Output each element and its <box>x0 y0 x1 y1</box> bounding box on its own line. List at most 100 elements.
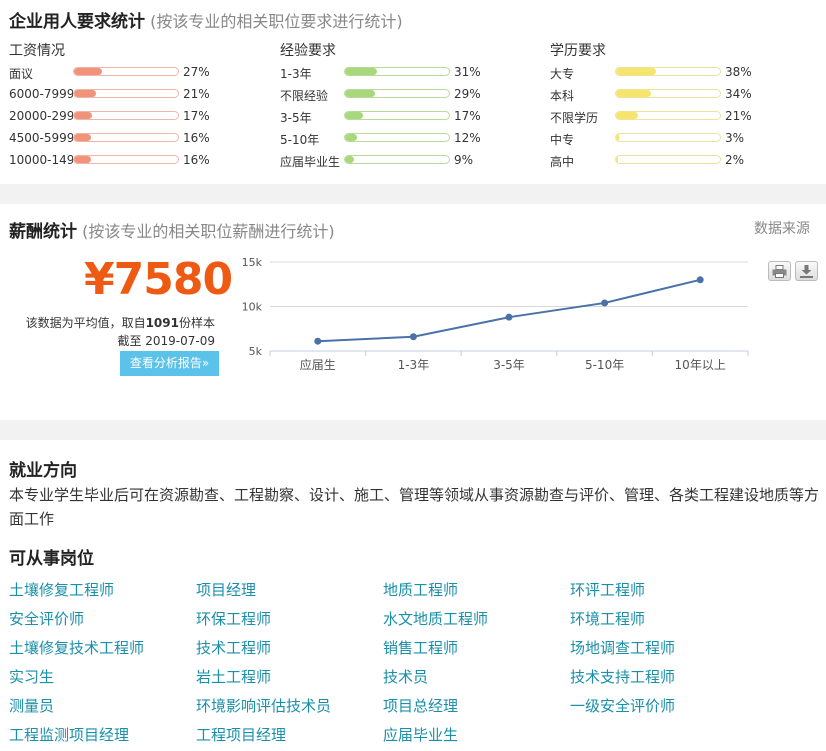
requirement-bar <box>73 133 179 142</box>
requirement-label: 5-10年 <box>280 133 320 147</box>
requirement-percent: 21% <box>183 87 210 101</box>
requirement-bar-fill <box>616 156 619 163</box>
requirement-row: 不限经验 29% <box>280 84 540 106</box>
print-icon[interactable] <box>768 261 791 281</box>
job-link[interactable]: 水文地质工程师 <box>383 608 488 629</box>
requirement-row: 本科 34% <box>550 84 810 106</box>
salary-section: 薪酬统计 (按该专业的相关职位薪酬进行统计) 数据来源 ¥7580 该数据为平均… <box>0 204 826 420</box>
requirement-percent: 38% <box>725 65 752 79</box>
job-link[interactable]: 项目经理 <box>196 579 256 600</box>
requirement-bar <box>73 111 179 120</box>
requirement-label: 3-5年 <box>280 111 312 125</box>
requirements-title: 企业用人要求统计 <box>9 12 145 32</box>
requirements-section: 企业用人要求统计 (按该专业的相关职位要求进行统计) 工资情况面议 27% 6000… <box>0 0 826 184</box>
requirement-row: 中专 3% <box>550 128 810 150</box>
requirement-percent: 17% <box>454 109 481 123</box>
requirement-group-title: 工资情况 <box>9 43 65 59</box>
x-tick-label: 1-3年 <box>398 358 430 372</box>
requirement-bar <box>615 89 721 98</box>
requirement-bar <box>344 111 450 120</box>
requirement-bar <box>73 89 179 98</box>
job-link[interactable]: 一级安全评价师 <box>570 695 675 716</box>
requirement-group: 经验要求 1-3年 31% 不限经验 29% 3-5年 17% 5-10年 12% 应届毕业生 9% <box>280 40 540 172</box>
job-link[interactable]: 场地调查工程师 <box>570 637 675 658</box>
job-link[interactable]: 实习生 <box>9 666 54 687</box>
requirement-label: 6000-7999 <box>9 87 73 101</box>
requirement-bar-fill <box>345 90 376 97</box>
requirement-bar-fill <box>616 134 620 141</box>
sample-count: 1091 <box>145 316 179 330</box>
job-link[interactable]: 环保工程师 <box>196 608 271 629</box>
requirement-label: 不限学历 <box>550 111 599 125</box>
data-point <box>696 276 704 284</box>
requirement-bar <box>73 155 179 164</box>
y-tick-label: 15k <box>242 256 263 269</box>
requirement-bar <box>344 67 450 76</box>
job-link[interactable]: 安全评价师 <box>9 608 84 629</box>
requirement-bar <box>615 155 721 164</box>
requirement-percent: 9% <box>454 153 474 167</box>
requirement-label: 不限经验 <box>280 89 329 103</box>
sample-note-prefix: 该数据为平均值，取自 <box>25 316 146 330</box>
requirement-bar <box>615 133 721 142</box>
download-icon[interactable] <box>795 261 818 281</box>
salary-subtitle: (按该专业的相关职位薪酬进行统计) <box>82 222 335 241</box>
data-point <box>505 313 513 321</box>
job-link[interactable]: 土壤修复工程师 <box>9 579 114 600</box>
job-link[interactable]: 销售工程师 <box>383 637 458 658</box>
requirement-bar-fill <box>74 68 103 75</box>
section-divider <box>0 420 826 440</box>
section-divider <box>0 184 826 204</box>
job-link[interactable]: 技术工程师 <box>196 637 271 658</box>
requirement-bar-fill <box>345 68 378 75</box>
job-link[interactable]: 环境影响评估技术员 <box>196 695 331 716</box>
job-link[interactable]: 土壤修复技术工程师 <box>9 637 144 658</box>
requirement-label: 10000-1499 <box>9 153 73 167</box>
requirement-percent: 17% <box>183 109 210 123</box>
requirement-row: 10000-1499 16% <box>9 150 269 172</box>
job-link[interactable]: 技术支持工程师 <box>570 666 675 687</box>
requirement-label: 本科 <box>550 89 575 103</box>
job-link[interactable]: 环评工程师 <box>570 579 645 600</box>
requirement-row: 高中 2% <box>550 150 810 172</box>
sample-note-suffix: 份样本 <box>178 316 215 330</box>
job-link[interactable]: 应届毕业生 <box>383 724 458 745</box>
requirement-bar-fill <box>74 156 91 163</box>
salary-line-chart: 5k 10k 15k 应届生 1-3年 3-5年 5-10年 10年以上 <box>242 256 749 372</box>
x-tick-label: 应届生 <box>300 357 336 372</box>
requirement-bar-fill <box>616 112 638 119</box>
job-link[interactable]: 地质工程师 <box>383 579 458 600</box>
requirement-bar-fill <box>74 112 92 119</box>
job-link[interactable]: 测量员 <box>9 695 54 716</box>
job-link[interactable]: 环境工程师 <box>570 608 645 629</box>
job-link[interactable]: 工程项目经理 <box>196 724 286 745</box>
job-link[interactable]: 岩土工程师 <box>196 666 271 687</box>
requirement-percent: 3% <box>725 131 745 145</box>
requirement-group: 工资情况面议 27% 6000-7999 21% 20000-2999 17% 4500-5… <box>9 40 269 172</box>
salary-header: 薪酬统计 (按该专业的相关职位薪酬进行统计) <box>9 217 335 242</box>
view-report-button[interactable]: 查看分析报告» <box>120 351 219 376</box>
requirement-label: 面议 <box>9 67 34 81</box>
job-link[interactable]: 技术员 <box>383 666 428 687</box>
salary-series-line <box>317 278 701 343</box>
requirements-subtitle: (按该专业的相关职位要求进行统计) <box>150 12 403 31</box>
requirement-row: 面议 27% <box>9 62 269 84</box>
requirement-row: 5-10年 12% <box>280 128 540 150</box>
requirement-row: 不限学历 21% <box>550 106 810 128</box>
requirement-label: 大专 <box>550 67 575 81</box>
career-section: 就业方向 本专业学生毕业后可在资源勘查、工程勘察、设计、施工、管理等领域从事资源… <box>0 440 826 751</box>
requirement-bar <box>344 89 450 98</box>
requirement-row: 应届毕业生 9% <box>280 150 540 172</box>
data-point <box>409 333 417 341</box>
requirements-header: 企业用人要求统计 (按该专业的相关职位要求进行统计) <box>9 7 403 32</box>
requirement-row: 4500-5999 16% <box>9 128 269 150</box>
x-tick-label: 10年以上 <box>675 358 726 372</box>
requirement-percent: 16% <box>183 153 210 167</box>
requirement-bar <box>615 67 721 76</box>
requirement-percent: 31% <box>454 65 481 79</box>
requirement-percent: 2% <box>725 153 745 167</box>
job-link[interactable]: 工程监测项目经理 <box>9 724 129 745</box>
job-link[interactable]: 项目总经理 <box>383 695 458 716</box>
data-source-link[interactable]: 数据来源 <box>754 218 810 238</box>
requirement-label: 4500-5999 <box>9 131 73 145</box>
